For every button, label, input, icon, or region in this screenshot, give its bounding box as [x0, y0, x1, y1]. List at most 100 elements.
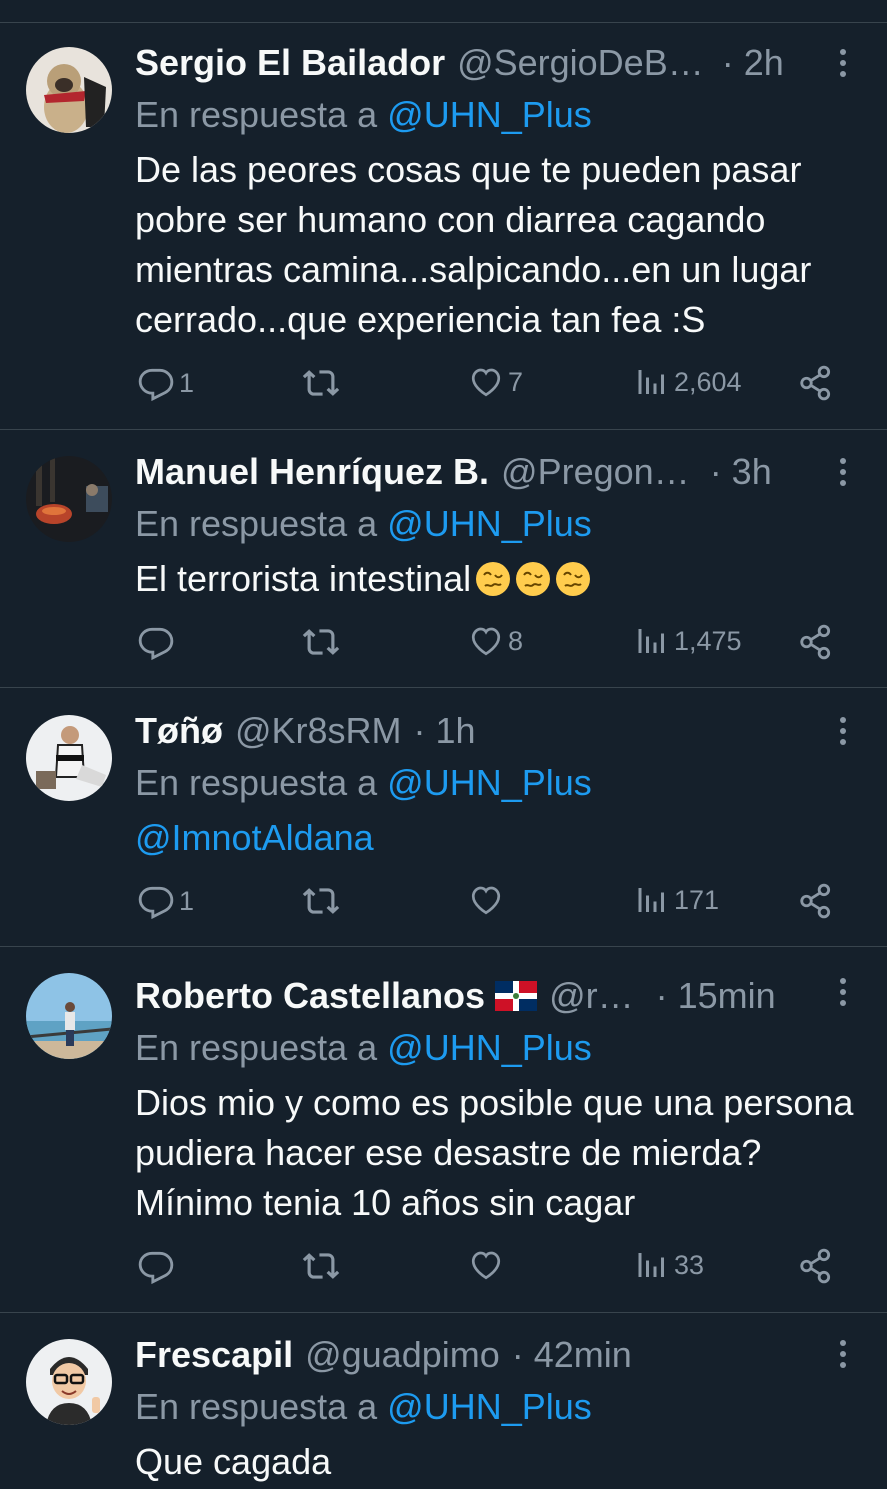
like-button[interactable]: [468, 1247, 508, 1283]
like-button[interactable]: 8: [468, 623, 523, 659]
reply-prefix: En respuesta a: [135, 1386, 378, 1427]
tweet-text: Que cagada: [135, 1441, 332, 1482]
views-button[interactable]: 33: [634, 1247, 704, 1283]
timestamp[interactable]: · 15min: [656, 975, 776, 1017]
tweet-text: De las peores cosas que te pueden pasar …: [135, 149, 812, 340]
heart-icon: [471, 627, 501, 656]
views-count: 33: [674, 1249, 705, 1280]
more-options-icon[interactable]: [828, 1334, 858, 1374]
avatar[interactable]: [26, 1339, 112, 1425]
share-icon: [800, 624, 831, 660]
share-button[interactable]: [797, 1247, 835, 1285]
views-button[interactable]: 2,604: [634, 364, 742, 400]
reply-prefix: En respuesta a: [135, 94, 378, 135]
reply-button[interactable]: [137, 623, 179, 661]
tweet-text: El terrorista intestinal: [135, 558, 472, 599]
tweet-header: Sergio El Bailador @SergioDeB… · 2h: [135, 41, 784, 85]
reply-prefix: En respuesta a: [135, 503, 378, 544]
reply-mention-link[interactable]: @UHN_Plus: [387, 762, 592, 803]
handle[interactable]: @Pregon…: [501, 451, 690, 493]
avatar[interactable]: [26, 47, 112, 133]
handle[interactable]: @guadpimo: [305, 1334, 500, 1376]
reply-button[interactable]: 1: [137, 882, 194, 920]
action-bar: 1 7 2,604: [0, 364, 887, 408]
divider: [0, 1312, 887, 1313]
reply-count: 1: [179, 885, 195, 916]
tweet-text-container: @ImnotAldana: [135, 813, 875, 863]
reply-mention-link[interactable]: @UHN_Plus: [387, 1386, 592, 1427]
tweet-header: Roberto Castellanos @r… · 15min: [135, 974, 776, 1018]
woozy-face-emoji: [556, 562, 591, 596]
dominican-republic-flag-icon: [495, 981, 538, 1011]
tweet-header: Manuel Henríquez B. @Pregon… · 3h: [135, 450, 772, 494]
retweet-button[interactable]: [302, 1247, 340, 1285]
timestamp[interactable]: · 1h: [414, 710, 476, 752]
reply-context: En respuesta a @UHN_Plus: [135, 762, 592, 804]
retweet-button[interactable]: [302, 623, 340, 661]
handle[interactable]: @Kr8sRM: [235, 710, 402, 752]
retweet-icon: [302, 888, 340, 914]
retweet-icon: [302, 370, 340, 396]
like-count: 7: [508, 366, 524, 397]
handle[interactable]: @r…: [549, 975, 634, 1017]
reply-icon: [138, 1251, 174, 1285]
avatar[interactable]: [26, 715, 112, 801]
reply-context: En respuesta a @UHN_Plus: [135, 503, 592, 545]
more-options-icon[interactable]: [828, 711, 858, 751]
like-button[interactable]: 7: [468, 364, 523, 400]
divider: [0, 429, 887, 430]
share-button[interactable]: [797, 882, 835, 920]
display-name[interactable]: Frescapil: [135, 1334, 293, 1376]
views-button[interactable]: 1,475: [634, 623, 742, 659]
display-name[interactable]: Sergio El Bailador: [135, 42, 445, 84]
heart-icon: [471, 368, 501, 397]
reply-mention-link[interactable]: @UHN_Plus: [387, 94, 592, 135]
views-chart-icon: [638, 370, 664, 394]
like-button[interactable]: [468, 882, 508, 918]
share-icon: [800, 365, 831, 401]
reply-context: En respuesta a @UHN_Plus: [135, 94, 592, 136]
display-name[interactable]: Manuel Henríquez B.: [135, 451, 489, 493]
tweet-text-container: El terrorista intestinal: [135, 554, 875, 604]
action-bar: 8 1,475: [0, 623, 887, 667]
reply-button[interactable]: [137, 1247, 179, 1285]
avatar[interactable]: [26, 456, 112, 542]
views-count: 171: [674, 884, 720, 915]
woozy-face-emoji: [516, 562, 551, 596]
more-options-icon[interactable]: [828, 43, 858, 83]
reply-icon: [138, 368, 174, 402]
timestamp[interactable]: · 3h: [710, 451, 772, 493]
timestamp[interactable]: · 2h: [722, 42, 784, 84]
retweet-icon: [302, 629, 340, 655]
views-count: 2,604: [674, 366, 742, 397]
more-options-icon[interactable]: [828, 452, 858, 492]
action-bar: 1 171: [0, 882, 887, 926]
avatar[interactable]: [26, 973, 112, 1059]
display-name[interactable]: Roberto Castellanos: [135, 975, 485, 1017]
top-divider: [0, 22, 887, 23]
more-options-icon[interactable]: [828, 972, 858, 1012]
tweet-mention-link[interactable]: @ImnotAldana: [135, 817, 374, 858]
reply-context: En respuesta a @UHN_Plus: [135, 1027, 592, 1069]
reply-mention-link[interactable]: @UHN_Plus: [387, 1027, 592, 1068]
reply-mention-link[interactable]: @UHN_Plus: [387, 503, 592, 544]
reply-prefix: En respuesta a: [135, 762, 378, 803]
tweet-text: Dios mio y como es posible que una perso…: [135, 1082, 854, 1223]
share-button[interactable]: [797, 364, 835, 402]
retweet-button[interactable]: [302, 882, 340, 920]
views-count: 1,475: [674, 625, 742, 656]
share-button[interactable]: [797, 623, 835, 661]
tweet-header: Frescapil @guadpimo · 42min: [135, 1333, 632, 1377]
handle[interactable]: @SergioDeB…: [457, 42, 704, 84]
reply-button[interactable]: 1: [137, 364, 194, 402]
display-name[interactable]: Tøñø: [135, 710, 223, 752]
reply-icon: [138, 886, 174, 920]
reply-count: 1: [179, 367, 195, 398]
reply-prefix: En respuesta a: [135, 1027, 378, 1068]
views-button[interactable]: 171: [634, 882, 719, 918]
timestamp[interactable]: · 42min: [512, 1334, 632, 1376]
retweet-button[interactable]: [302, 364, 340, 402]
like-count: 8: [508, 625, 524, 656]
divider: [0, 687, 887, 688]
divider: [0, 946, 887, 947]
